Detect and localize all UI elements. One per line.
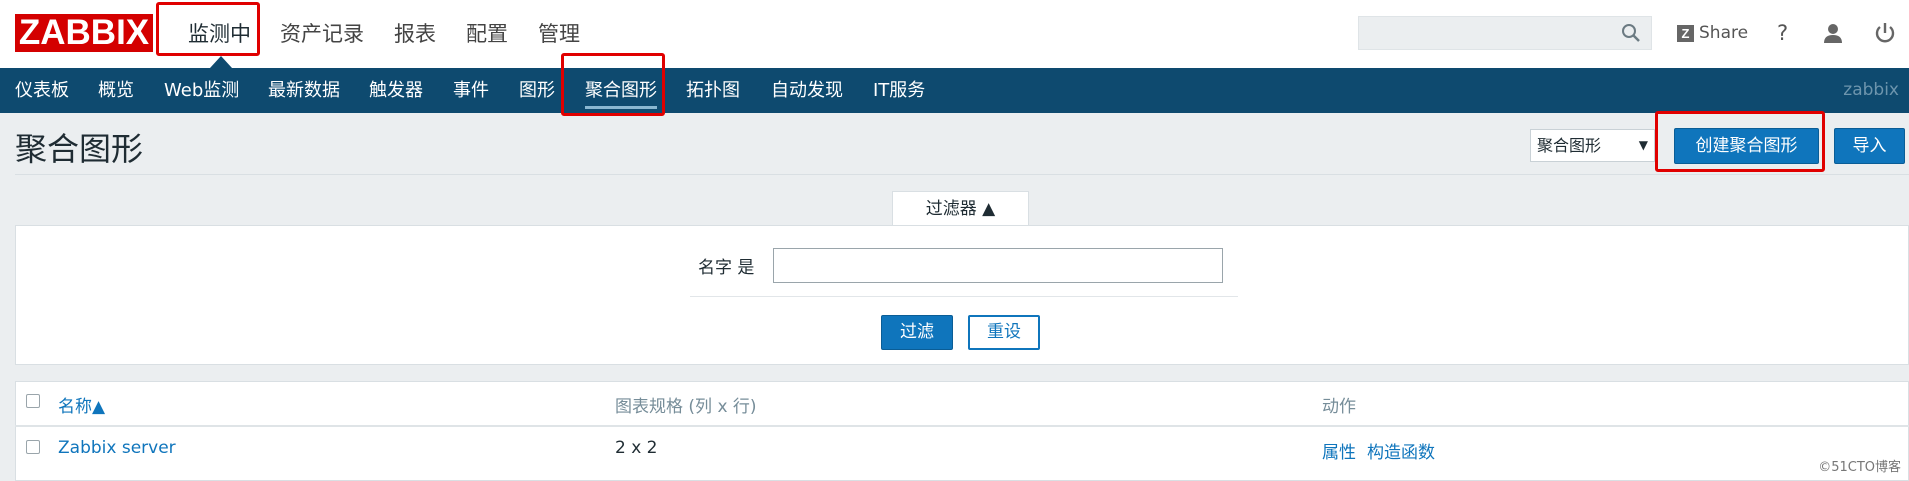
user-icon[interactable] xyxy=(1822,17,1844,49)
create-screen-button[interactable]: 创建聚合图形 xyxy=(1674,128,1819,164)
filter-reset-button[interactable]: 重设 xyxy=(968,315,1040,350)
help-icon[interactable]: ? xyxy=(1777,17,1788,49)
nav-item-graphs[interactable]: 图形 xyxy=(519,68,555,113)
top-menu-inventory[interactable]: 资产记录 xyxy=(280,0,364,68)
screen-dimensions: 2 x 2 xyxy=(615,438,658,458)
nav-item-events[interactable]: 事件 xyxy=(453,68,489,113)
filter-divider xyxy=(690,296,1238,297)
top-header: ZABBIX 监测中 资产记录 报表 配置 管理 Z Share ? xyxy=(0,0,1909,68)
nav-item-screens-label: 聚合图形 xyxy=(585,80,657,101)
properties-link[interactable]: 属性 xyxy=(1322,438,1356,463)
zabbix-logo[interactable]: ZABBIX xyxy=(15,14,153,52)
sub-nav-bar: 仪表板 概览 Web监测 最新数据 触发器 事件 图形 聚合图形 拓扑图 自动发… xyxy=(0,68,1909,113)
share-button[interactable]: Z Share xyxy=(1677,17,1748,49)
constructor-link[interactable]: 构造函数 xyxy=(1367,438,1435,463)
import-button[interactable]: 导入 xyxy=(1834,128,1905,164)
screen-name-link[interactable]: Zabbix server xyxy=(58,438,176,458)
chevron-down-icon: ▼ xyxy=(1638,138,1648,152)
column-header-actions: 动作 xyxy=(1322,397,1356,417)
header-divider xyxy=(15,174,1909,175)
filter-panel xyxy=(15,225,1909,365)
nav-item-dashboard[interactable]: 仪表板 xyxy=(15,68,69,113)
filter-name-label: 名字 是 xyxy=(698,258,755,278)
power-icon[interactable] xyxy=(1874,17,1896,49)
nav-item-web[interactable]: Web监测 xyxy=(164,68,239,113)
search-icon[interactable] xyxy=(1621,23,1641,47)
watermark: ©51CTO博客 xyxy=(1818,460,1901,475)
share-icon: Z xyxy=(1677,24,1694,42)
screen-type-select-value: 聚合图形 xyxy=(1537,136,1602,155)
screen-type-select[interactable]: 聚合图形 ▼ xyxy=(1530,129,1655,162)
top-menu-reports[interactable]: 报表 xyxy=(394,0,436,68)
nav-item-discovery[interactable]: 自动发现 xyxy=(771,68,843,113)
nav-item-triggers[interactable]: 触发器 xyxy=(369,68,423,113)
nav-item-screens[interactable]: 聚合图形 xyxy=(585,68,657,113)
nav-item-overview[interactable]: 概览 xyxy=(98,68,134,113)
top-menu-configuration[interactable]: 配置 xyxy=(466,0,508,68)
filter-name-input[interactable] xyxy=(773,248,1223,283)
nav-item-latest-data[interactable]: 最新数据 xyxy=(268,68,340,113)
filter-apply-button[interactable]: 过滤 xyxy=(881,315,953,350)
active-underline xyxy=(585,106,657,109)
column-header-dimensions: 图表规格 (列 x 行) xyxy=(615,397,757,417)
column-header-name[interactable]: 名称▲ xyxy=(58,392,105,417)
header-row-divider xyxy=(15,425,1909,427)
row-checkbox[interactable] xyxy=(26,440,40,454)
server-name: zabbix xyxy=(1843,80,1899,100)
screens-table xyxy=(15,381,1909,481)
select-all-checkbox[interactable] xyxy=(26,394,40,408)
nav-item-it-services[interactable]: IT服务 xyxy=(873,68,925,113)
active-menu-caret xyxy=(210,56,232,68)
top-menu-administration[interactable]: 管理 xyxy=(538,0,580,68)
filter-tab[interactable]: 过滤器 ▲ xyxy=(892,191,1029,226)
page-title: 聚合图形 xyxy=(15,130,144,168)
nav-item-maps[interactable]: 拓扑图 xyxy=(686,68,740,113)
share-label: Share xyxy=(1699,23,1749,43)
search-field[interactable] xyxy=(1358,16,1652,50)
